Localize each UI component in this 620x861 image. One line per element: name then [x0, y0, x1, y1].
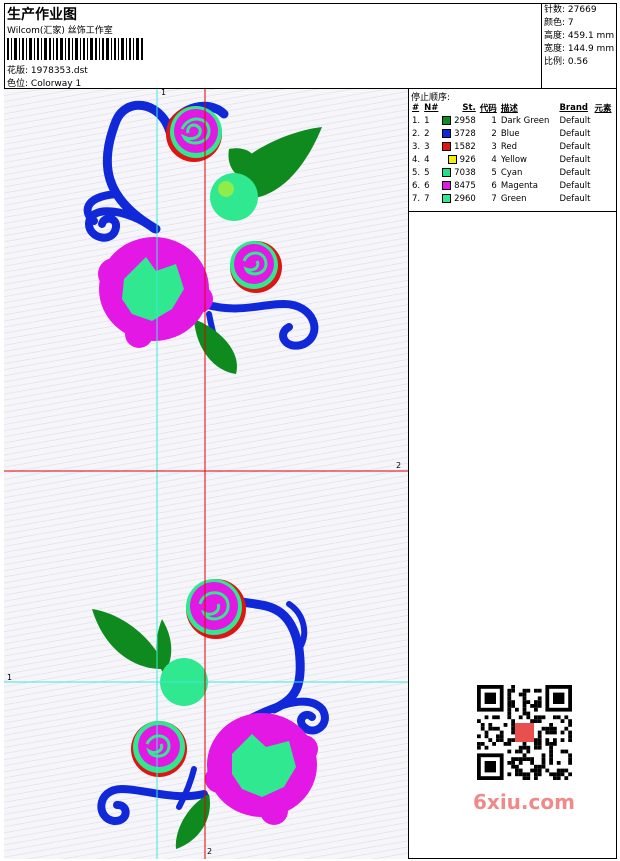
- guide-label-red-right: 2: [396, 461, 402, 470]
- guide-label-cyan-left: 1: [7, 673, 13, 682]
- guide-label-red-bottom: 2: [207, 847, 213, 856]
- row-desc: Dark Green: [500, 115, 550, 126]
- row-n: 6: [424, 180, 430, 191]
- table-row: 5. 5 7038 5 Cyan Default: [410, 166, 614, 179]
- col-element: 元素: [594, 103, 612, 114]
- row-element: [593, 127, 614, 140]
- row-index: 2.: [412, 128, 421, 139]
- row-element: [593, 153, 614, 166]
- color-table-header: # N# St. 代码 描述 Brand 元素: [410, 101, 614, 114]
- table-row: 7. 7 2960 7 Green Default: [410, 192, 614, 205]
- embroidery-design: [4, 89, 408, 859]
- colorway-label: 色位:: [7, 79, 29, 89]
- row-index: 1.: [412, 115, 421, 126]
- color-swatch: [442, 180, 452, 190]
- color-table: # N# St. 代码 描述 Brand 元素 1. 1 2958 1 Dark Gr…: [410, 101, 614, 205]
- row-code: 2: [491, 128, 497, 139]
- row-code: 7: [491, 193, 497, 204]
- row-index: 7.: [412, 193, 421, 204]
- col-desc: 描述: [500, 103, 518, 114]
- page-title: 生产作业图: [7, 7, 77, 23]
- row-stitches: 8475: [440, 179, 477, 192]
- design-file-line: 花版: 1978353.dst: [7, 63, 88, 76]
- stop-sequence-box: 停止顺序: # N# St. 代码 描述 Brand 元素 1. 1 2958 1 D…: [409, 89, 617, 212]
- stat-height: 高度: 459.1 mm: [544, 31, 615, 41]
- row-brand: Default: [559, 180, 591, 191]
- row-desc: Magenta: [500, 180, 538, 191]
- row-brand: Default: [559, 193, 591, 204]
- color-swatch: [447, 154, 457, 164]
- row-code: 6: [491, 180, 497, 191]
- company-name: Wilcom(汇家) 丝饰工作室: [7, 26, 113, 36]
- qr-code-icon: [477, 685, 572, 780]
- row-desc: Red: [500, 141, 517, 152]
- color-swatch: [442, 128, 452, 138]
- design-file-value: 1978353.dst: [30, 66, 88, 76]
- row-index: 4.: [412, 154, 421, 165]
- stat-width: 宽度: 144.9 mm: [544, 44, 615, 54]
- row-brand: Default: [559, 128, 591, 139]
- color-swatch: [442, 115, 452, 125]
- row-n: 4: [424, 154, 430, 165]
- row-code: 1: [491, 115, 497, 126]
- stat-scale: 比例: 0.56: [544, 57, 588, 67]
- color-swatch: [442, 193, 452, 203]
- watermark-text: 6xiu.com: [473, 790, 575, 814]
- colorway-line: 色位: Colorway 1: [7, 76, 81, 89]
- design-file-label: 花版:: [7, 66, 29, 76]
- table-row: 6. 6 8475 6 Magenta Default: [410, 179, 614, 192]
- row-stitches: 1582: [440, 140, 477, 153]
- header-panel: 生产作业图 Wilcom(汇家) 丝饰工作室 花版: 1978353.dst 色…: [4, 3, 542, 89]
- row-brand: Default: [559, 141, 591, 152]
- row-index: 6.: [412, 180, 421, 191]
- table-row: 3. 3 1582 3 Red Default: [410, 140, 614, 153]
- row-element: [593, 140, 614, 153]
- table-row: 2. 2 3728 2 Blue Default: [410, 127, 614, 140]
- row-desc: Cyan: [500, 167, 523, 178]
- row-desc: Yellow: [500, 154, 527, 165]
- row-index: 5.: [412, 167, 421, 178]
- col-brand: Brand: [559, 102, 588, 113]
- row-code: 3: [491, 141, 497, 152]
- colorway-value: Colorway 1: [30, 79, 82, 89]
- stat-colors: 颜色: 7: [544, 18, 574, 28]
- table-row: 4. 4 926 4 Yellow Default: [410, 153, 614, 166]
- row-n: 3: [424, 141, 430, 152]
- row-index: 3.: [412, 141, 421, 152]
- row-brand: Default: [559, 154, 591, 165]
- row-stitches: 7038: [440, 166, 477, 179]
- row-element: [593, 179, 614, 192]
- stat-stitches: 针数: 27669: [544, 5, 597, 15]
- col-n: N#: [424, 102, 439, 113]
- row-code: 5: [491, 167, 497, 178]
- row-n: 7: [424, 193, 430, 204]
- color-swatch: [442, 167, 452, 177]
- stats-panel: 针数: 27669 颜色: 7 高度: 459.1 mm 宽度: 144.9 m…: [542, 3, 617, 89]
- row-element: [593, 166, 614, 179]
- row-n: 5: [424, 167, 430, 178]
- barcode-icon: [7, 38, 143, 60]
- row-desc: Green: [500, 193, 527, 204]
- row-stitches: 2960: [440, 192, 477, 205]
- row-element: [593, 114, 614, 127]
- row-stitches: 2958: [440, 114, 477, 127]
- table-row: 1. 1 2958 1 Dark Green Default: [410, 114, 614, 127]
- row-n: 1: [424, 115, 430, 126]
- col-stitches: St.: [462, 102, 476, 113]
- row-brand: Default: [559, 167, 591, 178]
- row-desc: Blue: [500, 128, 520, 139]
- design-canvas[interactable]: 1 2 1 2: [4, 89, 409, 859]
- col-code: 代码: [479, 103, 497, 114]
- col-index: #: [412, 102, 420, 113]
- row-brand: Default: [559, 115, 591, 126]
- row-element: [593, 192, 614, 205]
- row-code: 4: [491, 154, 497, 165]
- row-n: 2: [424, 128, 430, 139]
- guide-label-cyan-top: 1: [161, 89, 167, 97]
- bottom-motif: [92, 579, 329, 849]
- row-stitches: 926: [440, 153, 477, 166]
- color-swatch: [442, 141, 452, 151]
- row-stitches: 3728: [440, 127, 477, 140]
